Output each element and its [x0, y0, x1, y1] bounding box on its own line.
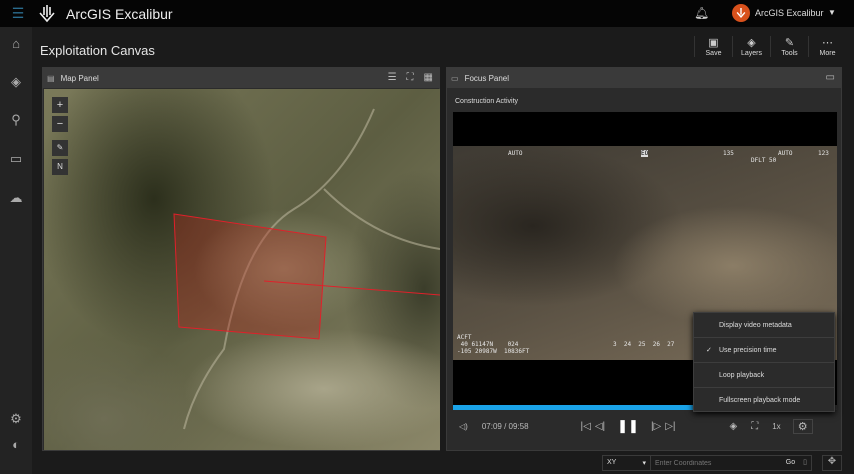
- hud-text: EO: [641, 150, 649, 157]
- video-subtitle: Construction Activity: [455, 98, 519, 105]
- more-icon: ⋯: [822, 37, 833, 49]
- video-controls: ◁) 07:09 / 09:58 |◁ ◁| ❚❚ |▷ ▷| ◈ ⛶ 1x ⚙: [453, 414, 837, 438]
- coordinate-system-value: XY: [607, 459, 617, 466]
- map-panel-icon: ▤: [47, 73, 55, 83]
- page-title: Exploitation Canvas: [40, 43, 155, 58]
- focus-panel-title: Focus Panel: [464, 73, 510, 83]
- zoom-in-button[interactable]: +: [52, 97, 68, 113]
- menu-item-label: Display video metadata: [719, 322, 792, 329]
- page-toolbar: ▣ Save ◈ Layers ✎ Tools ⋯ More: [694, 36, 846, 57]
- user-avatar[interactable]: [732, 4, 750, 22]
- menu-item-loop-playback[interactable]: Loop playback: [694, 363, 834, 388]
- coordinate-input[interactable]: [651, 456, 782, 470]
- maximize-icon[interactable]: ▭: [826, 72, 835, 83]
- menu-item-display-metadata[interactable]: Display video metadata: [694, 313, 834, 338]
- chevron-down-icon: ▾: [642, 460, 646, 467]
- save-label: Save: [705, 50, 722, 57]
- aoi-polygon: [173, 213, 327, 340]
- sketch-tool-icon[interactable]: ✎: [52, 140, 68, 156]
- menu-item-label: Loop playback: [719, 372, 765, 379]
- map-panel-title: Map Panel: [60, 73, 99, 83]
- layers-label: Layers: [740, 50, 762, 57]
- fit-frame-icon[interactable]: ⛶: [751, 421, 758, 432]
- settings-gear-icon[interactable]: ⚙: [8, 411, 24, 427]
- tools-icon: ✎: [784, 37, 795, 49]
- map-view[interactable]: + − ✎ N: [44, 89, 440, 450]
- more-button[interactable]: ⋯ More: [808, 36, 846, 57]
- sidebar: ⌂ ◈ ⚲ ▭ ☁ ⚙ ◐: [0, 27, 32, 474]
- menu-item-label: Fullscreen playback mode: [719, 397, 801, 404]
- skip-start-icon[interactable]: |◁: [581, 421, 591, 432]
- hud-text: DFLT 50: [751, 157, 777, 164]
- hud-text: ACFT 40 61147N 024 -105 20987W 10836FT: [457, 334, 530, 355]
- hud-text: 123: [818, 150, 829, 157]
- checkmark-icon: ✓: [706, 347, 712, 354]
- coordinate-system-select[interactable]: XY ▾: [603, 456, 651, 470]
- coordinate-bar: XY ▾ Go ▯: [602, 455, 812, 471]
- zoom-out-button[interactable]: −: [52, 116, 68, 132]
- tools-label: Tools: [781, 50, 798, 57]
- theme-contrast-icon[interactable]: ◐: [8, 437, 24, 453]
- map-overlay: [173, 108, 440, 430]
- video-settings-menu: Display video metadata ✓ Use precision ti…: [693, 312, 835, 412]
- map-panel: ▤ Map Panel ☰ ⛶ ▦ + − ✎ N: [42, 67, 440, 451]
- compass-north-indicator[interactable]: N: [52, 159, 68, 175]
- step-forward-icon[interactable]: |▷: [651, 421, 661, 432]
- hud-text: 3 24 25 26 27: [613, 341, 675, 348]
- mouse-icon[interactable]: ▯: [799, 456, 811, 470]
- tools-button[interactable]: ✎ Tools: [770, 36, 808, 57]
- layers-icon: ◈: [747, 37, 756, 49]
- hud-text: AUTO: [778, 150, 793, 157]
- go-button[interactable]: Go: [782, 456, 799, 470]
- upload-cloud-icon[interactable]: ☁: [8, 190, 24, 206]
- time-display: 07:09 / 09:58: [481, 421, 529, 431]
- user-name[interactable]: ArcGIS Excalibur: [755, 8, 824, 18]
- video-settings-gear-icon[interactable]: ⚙: [792, 418, 813, 434]
- step-back-icon[interactable]: ◁|: [595, 421, 605, 432]
- save-icon: ▣: [708, 37, 719, 49]
- notification-bell-icon[interactable]: 🔔︎: [694, 6, 709, 20]
- search-icon[interactable]: ⚲: [8, 112, 24, 128]
- app-title: ArcGIS Excalibur: [66, 5, 173, 22]
- hud-text: AUTO: [508, 150, 523, 157]
- menu-item-precision-time[interactable]: ✓ Use precision time: [694, 338, 834, 363]
- progress-fill: [453, 405, 729, 410]
- skip-end-icon[interactable]: ▷|: [665, 421, 675, 432]
- list-icon[interactable]: ☰: [388, 72, 397, 83]
- pause-button[interactable]: ❚❚: [617, 418, 639, 434]
- hamburger-menu-icon[interactable]: ☰: [0, 5, 36, 22]
- basemap-icon[interactable]: ▦: [424, 72, 433, 83]
- home-icon[interactable]: ⌂: [8, 36, 24, 52]
- layers-icon[interactable]: ◈: [730, 421, 738, 432]
- playback-speed[interactable]: 1x: [772, 422, 780, 431]
- hud-text: 135: [723, 150, 734, 157]
- menu-item-label: Use precision time: [719, 347, 777, 354]
- briefcase-icon[interactable]: ▭: [8, 151, 24, 167]
- top-bar: ☰ ArcGIS Excalibur 🔔︎ ArcGIS Excalibur ▼: [0, 0, 854, 27]
- layers-icon[interactable]: ◈: [8, 74, 24, 90]
- menu-item-fullscreen[interactable]: Fullscreen playback mode: [694, 388, 834, 413]
- video-camera-icon: ▭: [451, 73, 459, 83]
- layers-button[interactable]: ◈ Layers: [732, 36, 770, 57]
- volume-icon[interactable]: ◁): [459, 422, 468, 431]
- fullscreen-icon[interactable]: ⛶: [407, 72, 414, 83]
- excalibur-logo: [36, 3, 58, 25]
- save-button[interactable]: ▣ Save: [694, 36, 732, 57]
- more-label: More: [819, 50, 836, 57]
- locate-icon[interactable]: ✥: [822, 455, 842, 471]
- chevron-down-icon[interactable]: ▼: [828, 8, 836, 17]
